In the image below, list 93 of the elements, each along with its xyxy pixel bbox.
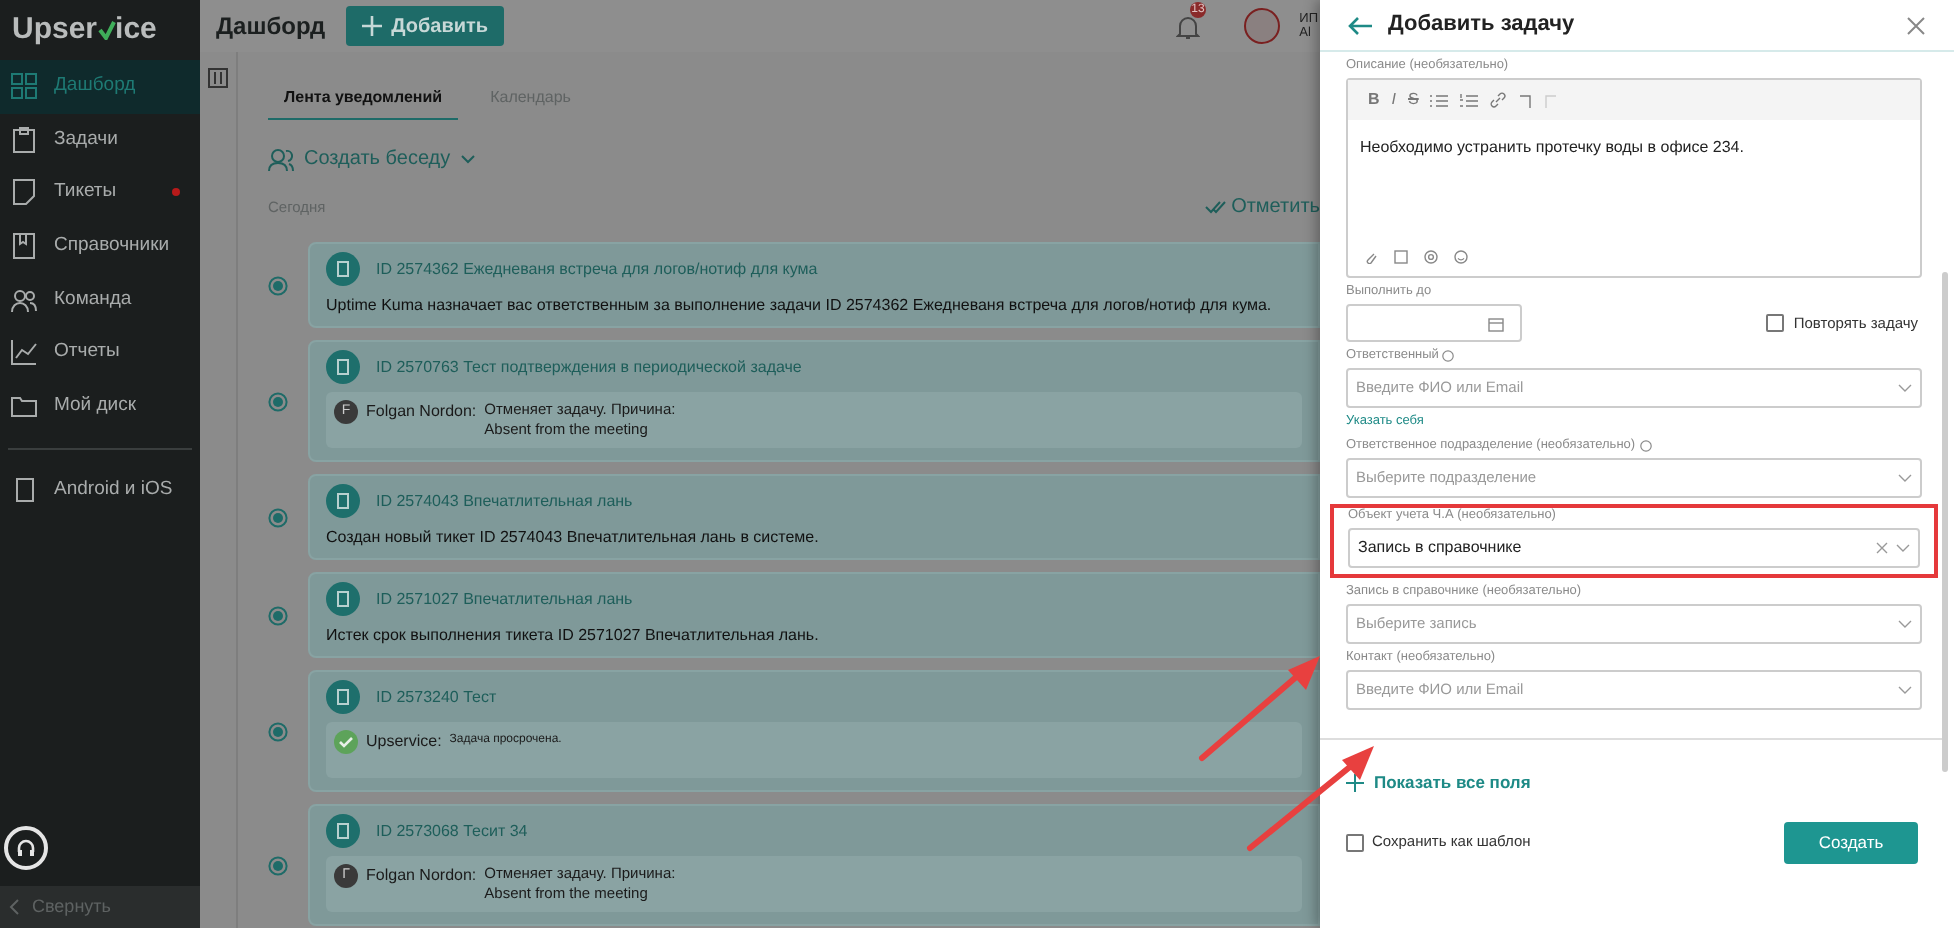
chart-icon: [10, 338, 38, 367]
radio-icon: [268, 391, 288, 411]
text-editor[interactable]: B I S Необходимо устранить протечку воды в офисе 234.: [1346, 78, 1922, 278]
grid-icon: [10, 72, 38, 101]
panel-title: Добавить задачу: [1388, 10, 1575, 41]
comment-author: Upservice:: [366, 730, 442, 754]
scrollbar-thumb[interactable]: [1942, 272, 1948, 772]
notification-title: ID 2573068 Тесит 34: [376, 819, 528, 843]
comment-author: Folgan Nordon:: [366, 400, 477, 424]
support-button[interactable]: [4, 826, 48, 870]
sidebar-item[interactable]: Задачи: [0, 113, 200, 167]
tab[interactable]: Лента уведомлений: [268, 86, 459, 120]
strikethrough-button[interactable]: S: [1408, 88, 1419, 112]
people-icon: [10, 285, 38, 314]
notification-card[interactable]: ID 2574362 Ежедневаня встреча для логов/нотиф для кума Uptime Kuma назначает вас ответственным за выполнение задачи ID 2574362 Ежедневаня встреча для логов/нотиф для кума.: [308, 242, 1320, 328]
editor-text: Необходимо устранить протечку воды в офисе 234.: [1358, 136, 1746, 160]
numbered-list-icon: [1460, 93, 1479, 107]
chevron-down-icon: [1898, 473, 1912, 482]
undo-icon: [1518, 93, 1533, 107]
notification-text: Истек срок выполнения тикета ID 2571027 Впечатлительная лань.: [326, 624, 821, 648]
plus-icon: [361, 16, 382, 36]
notification-text: Создан новый тикет ID 2574043 Впечатлительная лань в системе.: [326, 526, 821, 550]
folder-icon: [10, 391, 38, 420]
arrow-left-icon: [1348, 15, 1372, 35]
bulleted-list-icon: [1430, 93, 1449, 107]
paperclip-icon: [1364, 250, 1378, 264]
book-icon: [10, 232, 38, 261]
document-icon: [326, 814, 360, 848]
sidebar-item[interactable]: Android и iOS: [0, 466, 200, 515]
smiley-icon: [1454, 250, 1468, 264]
link-icon: [1490, 92, 1507, 108]
sidebar-item[interactable]: Справочники: [0, 219, 200, 273]
chevron-down-icon: [1898, 619, 1912, 628]
document-icon: [326, 350, 360, 384]
chevron-down-icon: [1898, 384, 1912, 392]
image-icon: [1394, 250, 1408, 264]
sliders-icon: [208, 68, 228, 88]
radio-icon: [268, 507, 288, 527]
annotation-arrow: [1246, 744, 1376, 852]
logo: Upser ice: [10, 9, 159, 50]
close-icon: [1906, 15, 1926, 35]
calendar-icon: [1488, 315, 1504, 331]
back-button[interactable]: [1348, 15, 1372, 35]
plus-icon: [1346, 773, 1364, 792]
chevron-down-icon: [1898, 685, 1912, 694]
italic-button[interactable]: I: [1391, 88, 1397, 112]
document-icon: [326, 680, 360, 714]
document-icon: [326, 582, 360, 616]
chevron-left-icon: [8, 898, 20, 916]
page-title: Дашборд: [216, 10, 326, 44]
chevron-down-icon: [1896, 543, 1910, 552]
chevron-down-icon: [460, 154, 477, 164]
sidebar-item[interactable]: Команда: [0, 272, 200, 326]
at-sign-icon: [1424, 250, 1438, 264]
double-check-icon: [1203, 200, 1226, 214]
radio-icon: [268, 855, 288, 875]
headset-icon: [16, 838, 36, 858]
checkbox[interactable]: [1346, 833, 1364, 851]
notification-title: ID 2570763 Тест подтверждения в периодической задаче: [376, 355, 802, 379]
checkmark-icon: [97, 20, 116, 40]
sidebar-item[interactable]: Мой диск: [0, 379, 200, 433]
bold-button[interactable]: B: [1368, 88, 1380, 112]
radio-icon: [268, 605, 288, 625]
notification-title: ID 2571027 Впечатлительная лань: [376, 587, 633, 611]
radio-icon: [268, 275, 288, 295]
sidebar-item[interactable]: Отчеты: [0, 325, 200, 380]
avatar: [1243, 8, 1280, 44]
notification-title: ID 2574362 Ежедневаня встреча для логов/нотиф для кума: [376, 257, 818, 281]
bell-icon: [1175, 14, 1200, 40]
document-icon: [326, 484, 360, 518]
select-field[interactable]: Запись в справочнике: [1348, 527, 1920, 568]
checkbox[interactable]: [1765, 314, 1784, 332]
clipboard-icon: [10, 125, 38, 154]
close-button[interactable]: [1906, 15, 1926, 35]
annotation-arrow: [1198, 654, 1322, 762]
comment-author: Folgan Nordon:: [366, 864, 477, 888]
phone-icon: [16, 478, 34, 503]
add-button[interactable]: Добавить: [345, 6, 505, 46]
notification-card[interactable]: ID 2574043 Впечатлительная лань Создан новый тикет ID 2574043 Впечатлительная лань в системе.: [308, 474, 1320, 560]
notification-text: Uptime Kuma назначает вас ответственным за выполнение задачи ID 2574362 Ежедневаня встреча для логов/нотиф для кума.: [326, 294, 1274, 318]
show-all-fields-button[interactable]: Показать все поля: [1346, 769, 1531, 795]
sidebar-item[interactable]: Тикеты: [0, 166, 200, 220]
notification-title: ID 2573240 Тест: [376, 685, 497, 709]
check-circle-icon: [334, 730, 358, 754]
date-field[interactable]: [1346, 304, 1522, 342]
document-icon: [10, 178, 38, 207]
notification-card[interactable]: ID 2571027 Впечатлительная лань Истек срок выполнения тикета ID 2571027 Впечатлительная лань.: [308, 572, 1320, 658]
people-icon: [268, 147, 294, 171]
notification-title: ID 2574043 Впечатлительная лань: [376, 489, 633, 513]
document-icon: [326, 252, 360, 286]
create-button[interactable]: Создать: [1784, 821, 1918, 863]
radio-icon: [268, 721, 288, 741]
redo-icon: [1544, 93, 1559, 107]
